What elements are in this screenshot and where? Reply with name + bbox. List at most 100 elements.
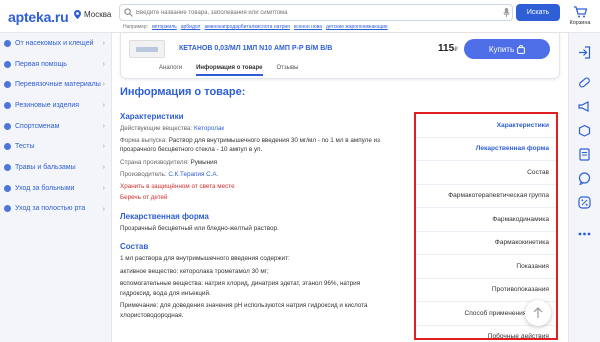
product-price: 115₽ xyxy=(438,43,458,54)
toc-item-pharmacokinetics[interactable]: Фармакокинетика xyxy=(416,232,556,255)
product-tabs: Аналоги Информация о товаре Отзывы xyxy=(159,65,299,76)
first-aid-icon xyxy=(4,60,11,68)
toc-item-characteristics[interactable]: Характеристики xyxy=(416,114,556,138)
chevron-right-icon: › xyxy=(102,60,105,68)
search-button[interactable]: Искать xyxy=(516,4,560,21)
bandage-icon xyxy=(4,81,11,89)
microphone-icon[interactable] xyxy=(503,8,510,18)
hint-link[interactable]: детские жаропонижающие xyxy=(326,24,388,30)
sidebar-item[interactable]: Первая помощь › xyxy=(0,54,111,75)
location-pin-icon xyxy=(74,10,81,19)
page-title: Информация о товаре: xyxy=(120,86,246,98)
substance-key: Действующие вещества: xyxy=(120,125,193,132)
chat-icon[interactable] xyxy=(577,171,591,185)
toc-item-composition[interactable]: Состав xyxy=(416,161,556,185)
toc-item-pharmacodynamics[interactable]: Фармакодинамика xyxy=(416,208,556,232)
chevron-right-icon: › xyxy=(102,81,105,89)
buy-button[interactable]: Купить xyxy=(464,39,550,59)
tab-analogs[interactable]: Аналоги xyxy=(159,65,182,76)
bug-icon xyxy=(4,39,11,47)
cart-button[interactable]: Корзина xyxy=(568,6,592,26)
toc-item-drug-form[interactable]: Лекарственная форма xyxy=(416,138,556,161)
product-name[interactable]: КЕТАНОВ 0,03/МЛ 1МЛ N10 АМП Р-Р В/М В/В xyxy=(179,45,332,52)
more-icon[interactable] xyxy=(577,227,591,241)
country-value: Румыния xyxy=(190,158,218,166)
sidebar-item-label: Уход за больными xyxy=(15,184,75,192)
bag-icon xyxy=(517,44,526,54)
hints-label: Например: xyxy=(123,24,149,30)
maker-key: Производитель: xyxy=(120,171,167,178)
maker-link[interactable]: С.К.Терапия С.А. xyxy=(168,171,218,178)
city-selector[interactable]: Москва xyxy=(74,10,111,19)
arrow-up-icon xyxy=(533,307,543,318)
sidebar-item[interactable]: Травы и бальзамы › xyxy=(0,157,111,178)
sidebar-item-label: Резиновые изделия xyxy=(15,101,80,109)
discount-icon[interactable] xyxy=(577,195,591,209)
search-hints: Например: веторжиль арбидол аминокапродарби… xyxy=(123,24,388,30)
country-row: Страна производителя: Румыния xyxy=(120,158,410,168)
sidebar-item-label: Перевязочные материалы xyxy=(15,81,101,89)
composition-line: активное вещество: кеторолака трометамол… xyxy=(120,267,269,275)
pills-icon[interactable] xyxy=(577,75,591,89)
product-info-content: Информация о товаре: Характеристики Дейс… xyxy=(120,84,410,320)
chevron-right-icon: › xyxy=(102,164,105,172)
sidebar-item-label: Тесты xyxy=(15,143,35,151)
search-input[interactable] xyxy=(136,6,486,19)
toc-item-contraindications[interactable]: Противопоказания xyxy=(416,279,556,302)
tab-product-info[interactable]: Информация о товаре xyxy=(196,65,263,76)
sidebar-item-label: Первая помощь xyxy=(15,60,67,68)
substance-row: Действующие вещества: Кеторолак xyxy=(120,124,410,134)
hint-link[interactable]: аминокапродарбиталкислота натрия xyxy=(204,24,289,30)
top-bar: apteka.ru Москва Искать Например:веторжи… xyxy=(0,0,600,33)
composition-line: гидроксид, вода для инъекций. xyxy=(120,289,211,297)
sidebar-item[interactable]: Перевязочные материалы › xyxy=(0,74,111,95)
login-icon[interactable] xyxy=(577,45,591,59)
chevron-right-icon: › xyxy=(102,143,105,151)
country-key: Страна производителя: xyxy=(120,158,189,166)
hint-link[interactable]: веторжиль xyxy=(152,24,177,30)
form-key: Форма выпуска: xyxy=(120,136,168,144)
section-heading-composition: Состав xyxy=(120,242,149,251)
sidebar-item[interactable]: Резиновые изделия › xyxy=(0,95,111,116)
section-heading-characteristics: Характеристики xyxy=(120,112,184,121)
form-value: Раствор для внутримышечного введения 30 … xyxy=(168,136,380,144)
search-icon xyxy=(124,8,133,17)
price-value: 115 xyxy=(438,43,455,54)
composition-line: Примечание: для доведения значения pH ис… xyxy=(120,302,368,309)
toc-item-pharmacotherapeutic-group[interactable]: Фармакотерапевтическая группа xyxy=(416,185,556,208)
hint-link[interactable]: арбидол xyxy=(181,24,201,30)
cart-icon xyxy=(574,6,587,18)
substance-link[interactable]: Кеторолак xyxy=(194,125,224,132)
sidebar-item[interactable]: От насекомых и клещей › xyxy=(0,33,111,54)
search-box xyxy=(119,4,513,21)
chevron-right-icon: › xyxy=(102,184,105,192)
storage-warning: Хранить в защищённом от света месте xyxy=(120,182,235,190)
test-icon xyxy=(4,143,11,151)
children-warning: Беречь от детей xyxy=(120,194,168,201)
sidebar-item[interactable]: Уход за больными › xyxy=(0,178,111,199)
sidebar-item[interactable]: Уход за полостью рта › xyxy=(0,199,111,220)
scroll-to-top-button[interactable] xyxy=(525,300,551,326)
currency: ₽ xyxy=(454,47,458,53)
box-icon[interactable] xyxy=(577,123,591,137)
sidebar-item-label: Травы и бальзамы xyxy=(15,163,76,171)
buy-label: Купить xyxy=(488,44,515,54)
document-icon[interactable] xyxy=(577,147,591,161)
maker-row: Производитель: С.К.Терапия С.А. xyxy=(120,170,410,180)
sidebar-item[interactable]: Тесты › xyxy=(0,136,111,157)
hint-link[interactable]: ксенон нова xyxy=(294,24,322,30)
toc-item-side-effects[interactable]: Побочные действия xyxy=(416,326,556,338)
chevron-right-icon: › xyxy=(102,102,105,110)
product-thumbnail[interactable] xyxy=(129,40,165,58)
toc-item-indications[interactable]: Показания xyxy=(416,255,556,279)
cart-label: Корзина xyxy=(569,20,591,26)
sidebar-item[interactable]: Спортсменам › xyxy=(0,116,111,137)
sidebar-item-label: От насекомых и клещей xyxy=(15,39,94,47)
site-logo[interactable]: apteka.ru xyxy=(8,9,69,25)
composition-line: хлористоводородная. xyxy=(120,311,184,319)
section-heading-drug-form: Лекарственная форма xyxy=(120,211,209,221)
composition-line: вспомогательные вещества: натрия хлорид,… xyxy=(120,280,361,287)
megaphone-icon[interactable] xyxy=(577,99,591,113)
care-icon xyxy=(4,184,11,192)
tab-reviews[interactable]: Отзывы xyxy=(277,65,299,76)
